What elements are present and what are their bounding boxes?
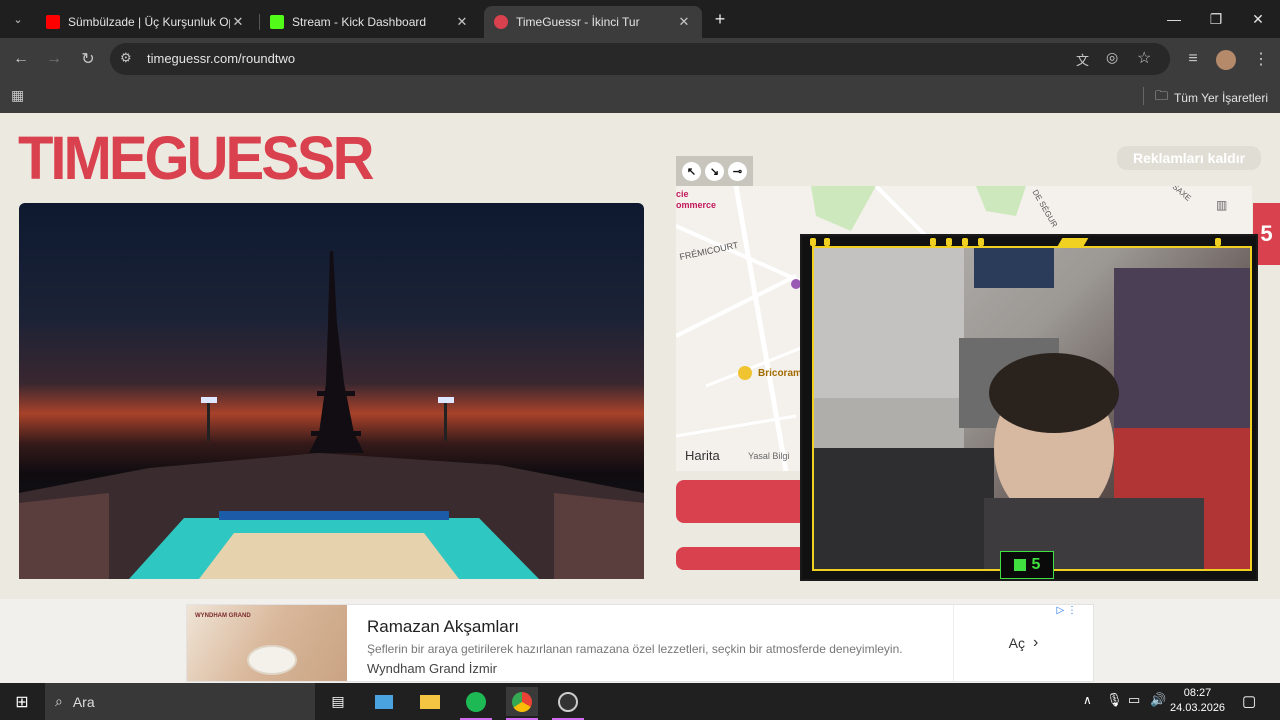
close-icon[interactable]: ✕ xyxy=(454,14,470,30)
browser-tab-strip: ⌄ Sümbülzade | Üç Kurşunluk Op ✕ Stream … xyxy=(0,0,1280,38)
webcam-video xyxy=(812,246,1252,571)
site-info-icon[interactable]: ⚙ xyxy=(120,50,132,66)
timeguessr-icon xyxy=(494,15,508,29)
map-label-bricoram: Bricoram xyxy=(758,368,802,379)
chrome-icon[interactable] xyxy=(506,687,538,716)
all-bookmarks-label: Tüm Yer İşaretleri xyxy=(1173,91,1268,105)
taskbar-search-placeholder: Ara xyxy=(72,693,95,710)
kick-badge-number: 5 xyxy=(1031,556,1041,573)
shrink-map-icon[interactable]: ↘ xyxy=(705,161,724,181)
timeguessr-logo[interactable]: TIMEGUESSR xyxy=(18,123,374,193)
eiffel-tower-stadium-image xyxy=(19,251,644,579)
tray-chevron-icon[interactable]: ∧ xyxy=(1083,693,1092,707)
tab-title: Sümbülzade | Üç Kurşunluk Op xyxy=(68,15,230,29)
map-label-commerce: ommerce xyxy=(676,200,717,210)
back-icon[interactable]: ← xyxy=(8,46,34,72)
cam-frame-top-lights xyxy=(810,238,1250,246)
round-photo xyxy=(19,203,644,579)
clock-time: 08:27 xyxy=(1183,687,1212,699)
media-icon[interactable]: ≡ xyxy=(1180,46,1206,72)
minimize-button[interactable]: — xyxy=(1152,0,1196,38)
taskbar-search[interactable]: ⌕ Ara xyxy=(45,683,315,720)
tab-kick[interactable]: Stream - Kick Dashboard ✕ xyxy=(260,6,480,38)
remove-ads-button[interactable]: Reklamları kaldır xyxy=(1117,146,1261,170)
close-icon[interactable]: ✕ xyxy=(230,14,246,30)
avatar[interactable] xyxy=(1216,50,1236,70)
ad-open-label: Aç xyxy=(1008,635,1025,651)
task-view-icon[interactable]: ▤ xyxy=(322,687,354,716)
adchoices-icon[interactable]: ▷ ⋮ xyxy=(1057,605,1077,616)
kick-icon xyxy=(270,15,284,29)
restore-button[interactable]: ❐ xyxy=(1194,0,1238,38)
all-bookmarks-button[interactable]: 🗀 Tüm Yer İşaretleri xyxy=(1155,87,1268,109)
expand-map-icon[interactable]: ↖ xyxy=(682,161,701,181)
notifications-icon[interactable]: ▢ xyxy=(1242,692,1256,710)
translate-icon[interactable]: 文 xyxy=(1076,50,1089,69)
menu-icon[interactable]: ⋮ xyxy=(1248,46,1274,72)
star-icon[interactable]: ☆ xyxy=(1137,48,1151,68)
ad-banner[interactable]: WYNDHAM GRAND Ramazan Akşamları Şeflerin… xyxy=(186,604,1094,682)
youtube-icon xyxy=(46,15,60,29)
spotify-icon[interactable] xyxy=(460,687,492,716)
tab-title: Stream - Kick Dashboard xyxy=(292,15,427,29)
ad-title[interactable]: Ramazan Akşamları xyxy=(367,617,519,637)
tab-search-button[interactable]: ⌄ xyxy=(6,8,30,30)
reload-icon[interactable]: ↻ xyxy=(75,46,101,72)
close-icon[interactable]: ✕ xyxy=(676,14,692,30)
folder-icon: 🗀 xyxy=(1154,88,1168,103)
webcam-overlay xyxy=(800,234,1258,581)
map-type-icon[interactable]: ▥ xyxy=(1216,198,1227,212)
map-controls: ↖ ↘ ⊸ xyxy=(676,156,753,186)
address-bar[interactable]: ⚙ timeguessr.com/roundtwo 文 ◎ ☆ xyxy=(110,43,1170,75)
file-explorer-icon[interactable] xyxy=(414,687,446,716)
windows-start-icon[interactable]: ⊞ xyxy=(6,687,38,716)
map-legal-link[interactable]: Yasal Bilgi xyxy=(748,451,789,461)
webcam-scene xyxy=(814,248,1250,569)
ad-banner-area: WYNDHAM GRAND Ramazan Akşamları Şeflerin… xyxy=(0,599,1280,683)
guess-button[interactable] xyxy=(676,480,816,523)
search-icon: ⌕ xyxy=(55,693,63,709)
timeguessr-page: TIMEGUESSR Reklamları kaldır ↖ ↘ ⊸ cie o… xyxy=(0,113,1280,683)
tab-title: TimeGuessr - İkinci Tur xyxy=(516,15,640,29)
chevron-right-icon: › xyxy=(1033,634,1039,651)
tab-timeguessr[interactable]: TimeGuessr - İkinci Tur ✕ xyxy=(484,6,702,38)
microphone-icon[interactable]: 🎙 xyxy=(1106,692,1123,708)
apple-maps-logo: Harita xyxy=(685,448,720,463)
url-text: timeguessr.com/roundtwo xyxy=(147,51,296,66)
close-window-button[interactable]: ✕ xyxy=(1236,0,1280,38)
new-tab-button[interactable]: + xyxy=(708,8,732,30)
tab-youtube[interactable]: Sümbülzade | Üç Kurşunluk Op ✕ xyxy=(36,6,256,38)
browser-toolbar: ← → ↻ ⚙ timeguessr.com/roundtwo 文 ◎ ☆ ≡ … xyxy=(0,38,1280,80)
volume-icon[interactable]: 🔊 xyxy=(1150,692,1166,708)
obs-icon[interactable] xyxy=(552,687,584,716)
control-panel-icon[interactable] xyxy=(368,687,400,716)
bookmarks-bar: ▦ 🗀 Tüm Yer İşaretleri xyxy=(0,80,1280,113)
ad-image-brand: WYNDHAM GRAND xyxy=(195,613,251,619)
apps-icon[interactable]: ▦ xyxy=(11,87,27,103)
map-label-cie: cie xyxy=(676,189,689,199)
windows-taskbar: ⊞ ⌕ Ara ▤ ∧ 🎙 ▭ 🔊 08:27 24.03.2026 ▢ xyxy=(0,683,1280,720)
bookmarks-divider xyxy=(1143,87,1144,105)
forward-icon[interactable]: → xyxy=(41,46,67,72)
secondary-button[interactable] xyxy=(676,547,816,570)
kick-badge: 5 xyxy=(1000,551,1054,579)
ad-description: Şeflerin bir araya getirilerek hazırlana… xyxy=(367,642,903,656)
clock-date: 24.03.2026 xyxy=(1170,702,1226,714)
ad-image: WYNDHAM GRAND xyxy=(187,605,347,681)
eye-off-icon[interactable]: ◎ xyxy=(1106,49,1118,66)
ad-source: Wyndham Grand İzmir xyxy=(367,661,497,676)
taskbar-clock[interactable]: 08:27 24.03.2026 xyxy=(1170,686,1225,716)
kick-logo-icon xyxy=(1013,559,1026,571)
ad-open-button[interactable]: Aç › xyxy=(953,605,1093,681)
pin-map-icon[interactable]: ⊸ xyxy=(728,161,747,181)
network-icon[interactable]: ▭ xyxy=(1128,692,1140,708)
